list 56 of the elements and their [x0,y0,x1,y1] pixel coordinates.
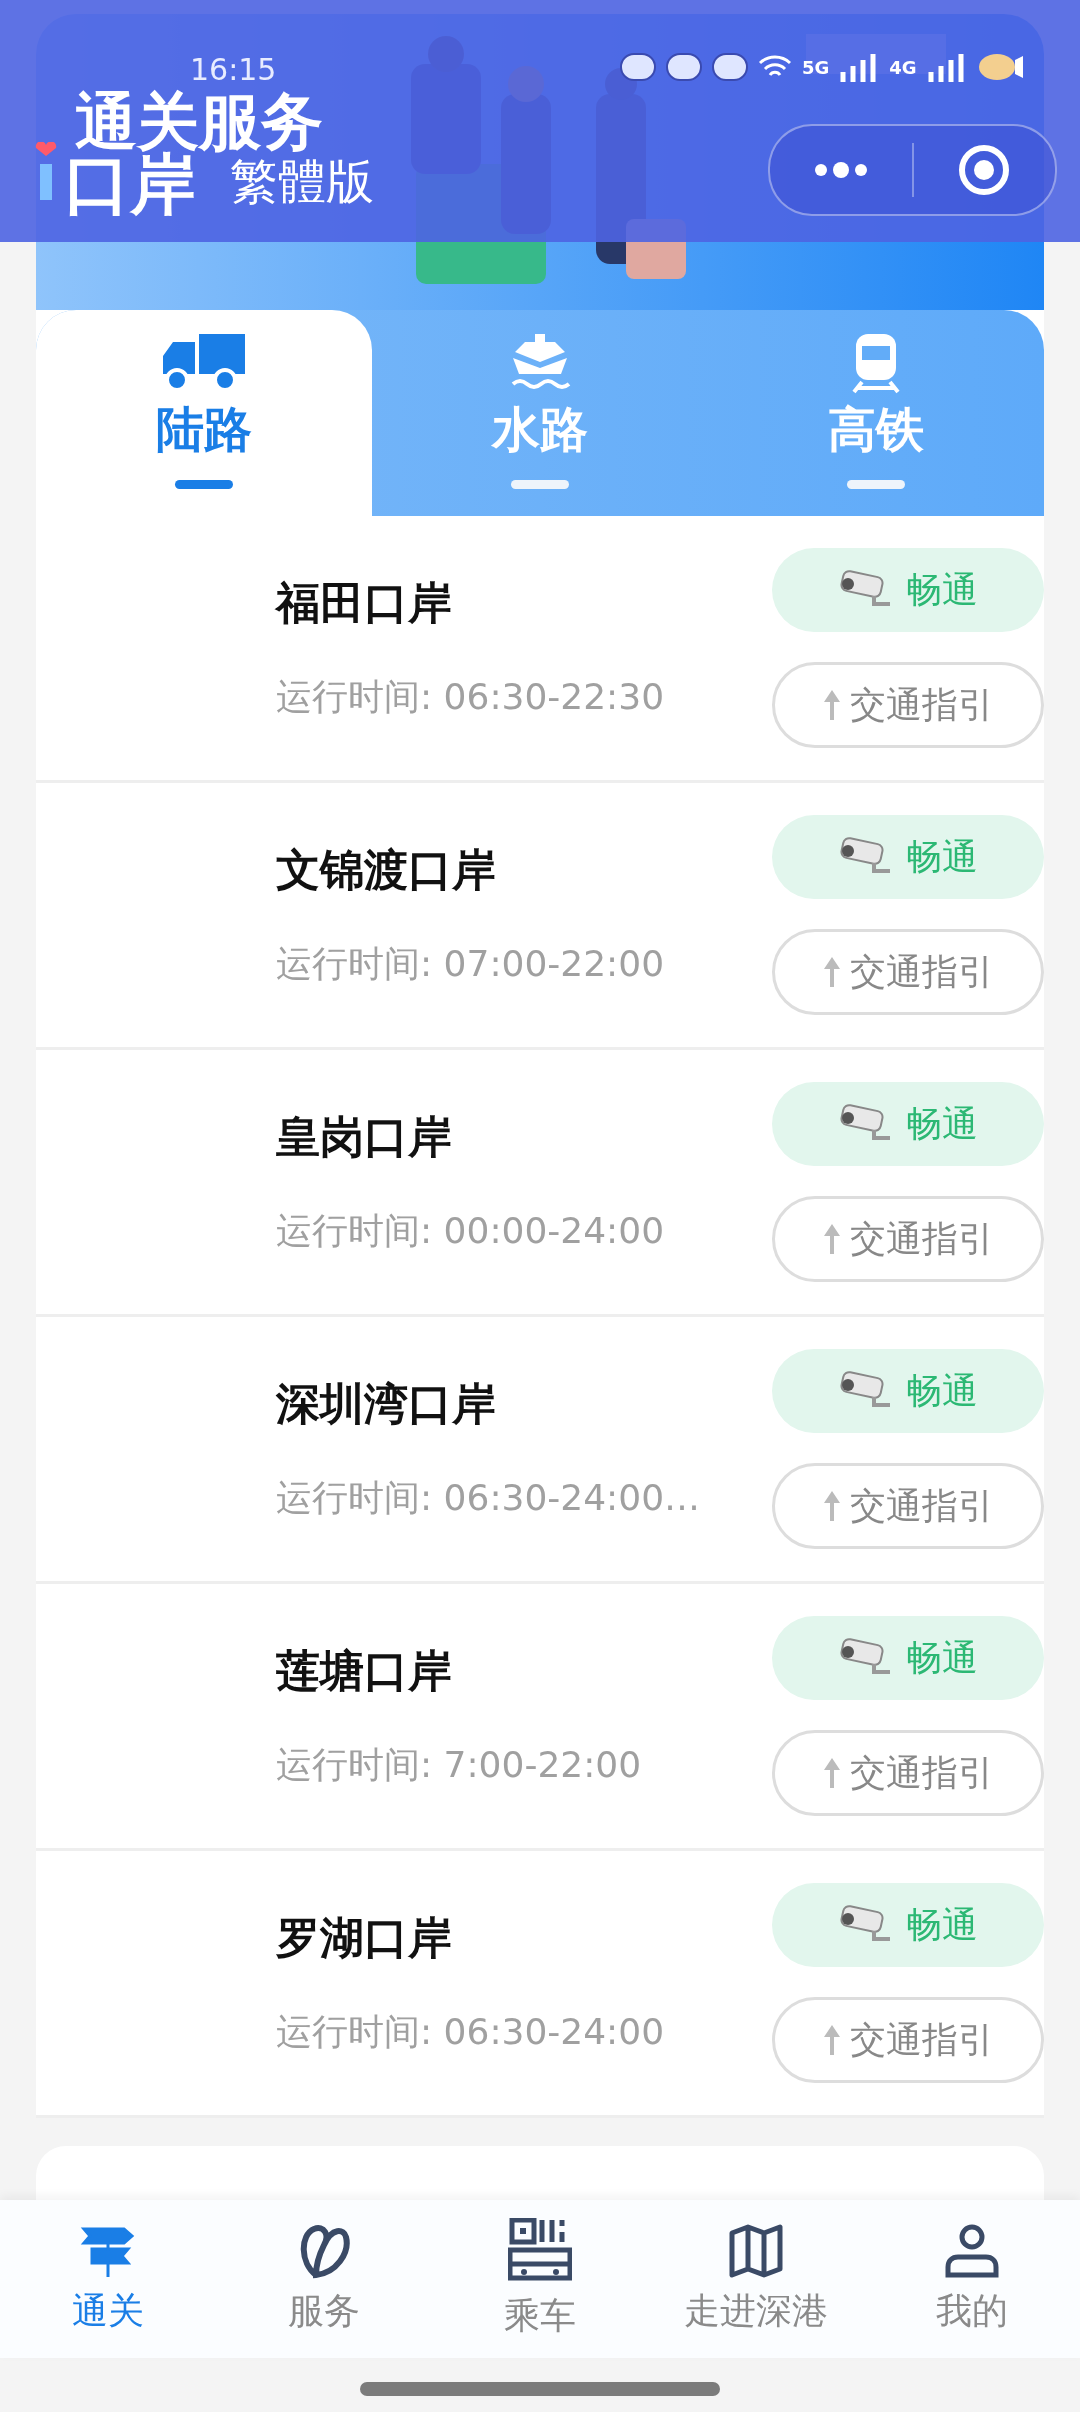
operating-hours: 运行时间: 06:30-24:00… [276,1476,702,1520]
traffic-status-badge[interactable]: 畅通 [772,1616,1044,1700]
status-text: 畅通 [906,567,978,612]
operating-hours: 运行时间: 7:00-22:00 [276,1743,643,1787]
transport-tab[interactable]: 水路 [372,310,708,516]
network-label: 4G [889,56,917,78]
port-name: 罗湖口岸 [276,1911,453,1965]
nav-tab[interactable]: 我的 [864,2200,1080,2358]
traffic-status-badge[interactable]: 畅通 [772,548,1044,632]
notification-icon [712,52,748,82]
notification-icon [620,52,656,82]
status-text: 畅通 [906,1635,978,1680]
port-name: 福田口岸 [276,576,453,630]
nav-tab[interactable]: 乘车 [432,2200,648,2358]
train-icon [850,332,902,394]
status-text: 畅通 [906,1101,978,1146]
logo-icon [34,142,58,202]
port-name: 深圳湾口岸 [276,1377,497,1431]
status-text: 畅通 [906,1902,978,1947]
map-icon [728,2222,784,2279]
status-text: 畅通 [906,1368,978,1413]
target-icon [957,143,1012,197]
operating-hours: 运行时间: 07:00-22:00 [276,942,666,986]
traffic-guide-button[interactable]: 交通指引 [772,1196,1044,1282]
signal-icon [926,52,967,82]
port-name: 皇岗口岸 [276,1110,453,1164]
network-label: 5G [802,56,830,78]
tab-indicator [511,480,569,489]
status-time: 16:15 [190,52,277,87]
tab-indicator [847,480,905,489]
transport-tab[interactable]: 陆路 [36,310,372,516]
traffic-guide-button[interactable]: 交通指引 [772,1463,1044,1549]
traffic-status-badge[interactable]: 畅通 [772,1082,1044,1166]
transport-tab[interactable]: 高铁 [708,310,1044,516]
status-text: 畅通 [906,834,978,879]
operating-hours: 运行时间: 06:30-22:30 [276,675,666,719]
port-name: 文锦渡口岸 [276,843,497,897]
traffic-status-badge[interactable]: 畅通 [772,1349,1044,1433]
traffic-guide-button[interactable]: 交通指引 [772,1730,1044,1816]
traffic-guide-button[interactable]: 交通指引 [772,1997,1044,2083]
battery-icon [976,52,1025,82]
operating-hours: 运行时间: 00:00-24:00 [276,1209,666,1253]
traffic-guide-button[interactable]: 交通指引 [772,662,1044,748]
port-name: 莲塘口岸 [276,1644,453,1698]
notification-icon [666,52,702,82]
user-icon [944,2222,1000,2279]
operating-hours: 运行时间: 06:30-24:00 [276,2010,666,2054]
traffic-guide-button[interactable]: 交通指引 [772,929,1044,1015]
bus-qr-icon [508,2217,572,2284]
traffic-status-badge[interactable]: 畅通 [772,1883,1044,1967]
nav-tab[interactable]: 通关 [0,2200,216,2358]
nav-tab[interactable]: 服务 [216,2200,432,2358]
nav-tab[interactable]: 走进深港 [648,2200,864,2358]
tab-indicator [175,480,233,489]
traffic-status-badge[interactable]: 畅通 [772,815,1044,899]
more-icon [812,162,869,178]
